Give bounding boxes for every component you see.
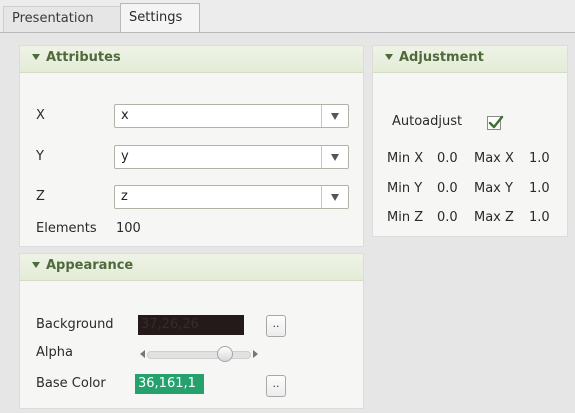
appearance-header[interactable]: Appearance <box>20 254 363 281</box>
elements-label: Elements <box>36 221 97 236</box>
max-y-value: 1.0 <box>529 181 550 196</box>
min-z-value: 0.0 <box>437 210 458 225</box>
min-x-value: 0.0 <box>437 151 458 166</box>
appearance-title: Appearance <box>46 258 134 273</box>
adjustment-header[interactable]: Adjustment <box>373 46 567 73</box>
base-color-picker-button[interactable]: .. <box>266 375 286 397</box>
min-x-label: Min X <box>387 151 424 166</box>
elements-value: 100 <box>116 221 141 236</box>
z-label: Z <box>36 189 45 204</box>
tab-settings[interactable]: Settings <box>120 3 200 33</box>
base-color-swatch[interactable]: 36,161,1 <box>135 374 204 394</box>
min-y-value: 0.0 <box>437 181 458 196</box>
max-z-label: Max Z <box>474 210 514 225</box>
y-select-value: y <box>121 149 129 164</box>
x-select-value: x <box>121 108 129 123</box>
x-select[interactable]: x <box>114 104 349 128</box>
slider-track[interactable] <box>147 351 251 359</box>
y-select[interactable]: y <box>114 145 349 169</box>
collapse-triangle-icon <box>32 53 40 60</box>
autoadjust-checkbox[interactable] <box>487 115 504 130</box>
alpha-label: Alpha <box>36 345 73 360</box>
max-x-value: 1.0 <box>529 151 550 166</box>
min-y-label: Min Y <box>387 181 423 196</box>
autoadjust-label: Autoadjust <box>392 114 463 129</box>
adjustment-panel: Adjustment Autoadjust Min X 0.0 Max X 1.… <box>372 45 568 237</box>
tab-presentation[interactable]: Presentation <box>3 6 121 32</box>
tab-bar: Presentation Settings <box>0 0 575 33</box>
min-z-label: Min Z <box>387 210 424 225</box>
background-color-picker-button[interactable]: .. <box>266 315 286 337</box>
background-color-swatch[interactable]: 37,26,26 <box>138 315 244 335</box>
dropdown-arrow-icon <box>331 154 339 161</box>
appearance-panel: Appearance Background 37,26,26 .. Alpha … <box>19 253 364 409</box>
collapse-triangle-icon <box>385 53 393 60</box>
base-color-label: Base Color <box>36 376 106 391</box>
dropdown-arrow-icon <box>331 113 339 120</box>
attributes-header[interactable]: Attributes <box>20 46 363 73</box>
slider-right-arrow-icon[interactable] <box>253 350 258 358</box>
x-label: X <box>36 108 45 123</box>
collapse-triangle-icon <box>32 261 40 268</box>
adjustment-title: Adjustment <box>399 50 484 65</box>
attributes-title: Attributes <box>46 50 121 65</box>
z-select-value: z <box>121 189 128 204</box>
slider-handle[interactable] <box>217 346 233 362</box>
z-select[interactable]: z <box>114 185 349 209</box>
y-label: Y <box>36 149 44 164</box>
max-y-label: Max Y <box>474 181 513 196</box>
checkmark-icon <box>488 115 504 129</box>
attributes-panel: Attributes X x Y y Z z Elements 100 <box>19 45 364 247</box>
slider-left-arrow-icon[interactable] <box>140 350 145 358</box>
max-x-label: Max X <box>474 151 514 166</box>
max-z-value: 1.0 <box>529 210 550 225</box>
background-label: Background <box>36 317 114 332</box>
alpha-slider[interactable] <box>137 346 261 362</box>
dropdown-arrow-icon <box>331 194 339 201</box>
